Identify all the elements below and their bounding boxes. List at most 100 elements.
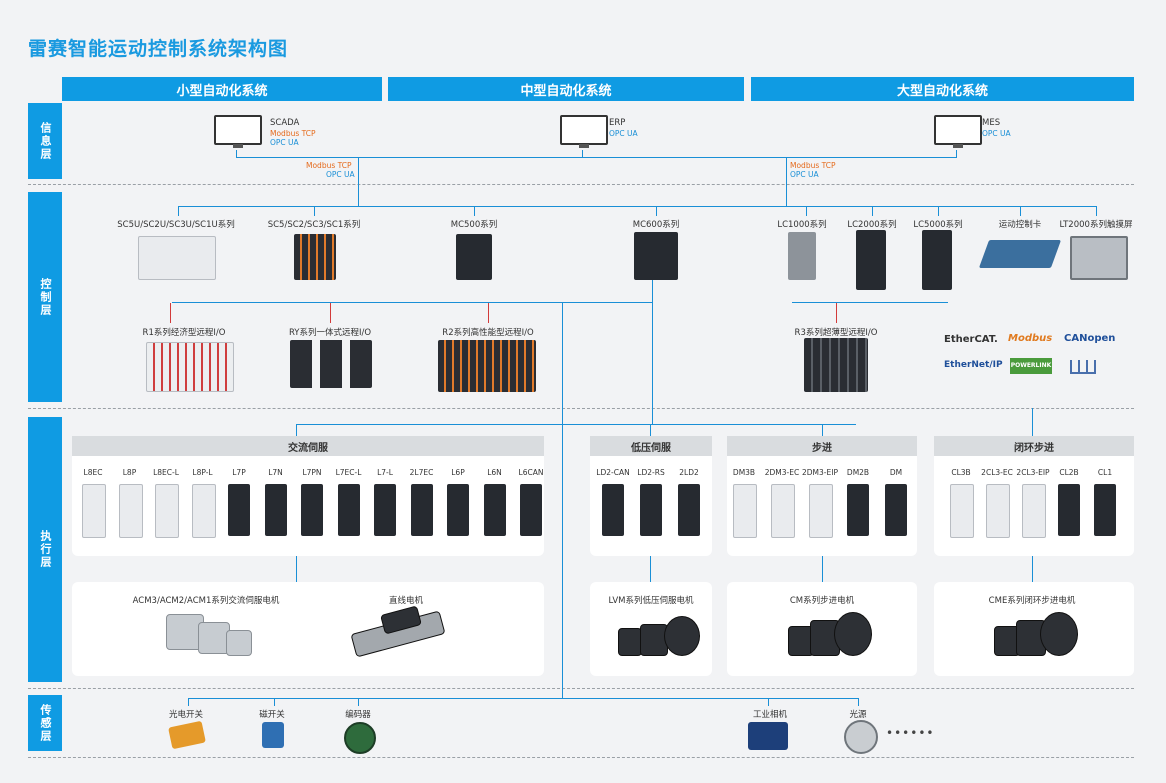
drive-model-label: DM <box>889 468 903 477</box>
link-protocol: Modbus TCP <box>306 161 352 170</box>
ethernetip-logo: EtherNet/IP <box>944 360 1003 370</box>
header-medium-system: 中型自动化系统 <box>388 77 744 101</box>
drive-image <box>264 484 287 536</box>
divider <box>28 184 1134 185</box>
connector <box>956 150 957 158</box>
io-connector <box>170 303 171 323</box>
drive-image <box>733 484 757 538</box>
drive-model-label: CL1 <box>1097 468 1113 477</box>
layer-info: 信息层 <box>28 103 62 179</box>
drive-model-label: L7N <box>268 468 283 477</box>
io-label: R1系列经济型远程I/O <box>142 328 226 338</box>
layer-exec: 执行层 <box>28 417 62 682</box>
controller-label: SC5/SC2/SC3/SC1系列 <box>267 220 361 230</box>
link-protocol: Modbus TCP <box>790 161 836 170</box>
drive-image <box>228 484 250 536</box>
drive-image <box>885 484 907 536</box>
sense-bus-line <box>562 302 563 698</box>
sensor-label: 光源 <box>849 710 867 720</box>
plc-sc5u-image <box>138 236 216 280</box>
drive-image <box>678 484 700 536</box>
controller-label: LC2000系列 <box>847 220 897 230</box>
motion-card-image <box>978 240 1062 268</box>
encoder-icon <box>344 722 376 754</box>
link-protocol: OPC UA <box>326 170 355 179</box>
controller-label: 运动控制卡 <box>998 220 1042 230</box>
drive-image <box>1058 484 1080 536</box>
controller-label: MC500系列 <box>450 220 498 230</box>
divider <box>28 757 1134 758</box>
drive-image <box>118 484 143 538</box>
drive-image <box>640 484 662 536</box>
lvm-motor-label: LVM系列低压伺服电机 <box>608 596 694 606</box>
connector <box>806 206 807 216</box>
drive-image <box>520 484 542 536</box>
ac-motor-label: ACM3/ACM2/ACM1系列交流伺服电机 <box>132 596 280 606</box>
pulse-signal-icon <box>1070 360 1096 374</box>
controller-label: LC1000系列 <box>777 220 827 230</box>
lc1000-image <box>788 232 816 280</box>
header-large-system: 大型自动化系统 <box>751 77 1134 101</box>
ry-io-image <box>290 340 372 388</box>
drive-model-label: 2LD2 <box>679 468 699 477</box>
connector <box>358 157 359 207</box>
connector <box>938 206 939 216</box>
drive-image <box>301 484 323 536</box>
drive-image <box>602 484 624 536</box>
connector <box>358 698 359 706</box>
io-label: R2系列高性能型远程I/O <box>442 328 534 338</box>
mc500-image <box>456 234 492 280</box>
io-label: RY系列一体式远程I/O <box>288 328 372 338</box>
drive-model-label: LD2-CAN <box>596 468 630 477</box>
cme-motor-label: CME系列闭环步进电机 <box>988 596 1076 606</box>
closed-loop-title: 闭环步进 <box>934 436 1134 456</box>
drive-model-label: 2DM3-EIP <box>802 468 838 477</box>
connector <box>474 206 475 216</box>
connector <box>582 150 583 158</box>
exec-bus-line <box>296 424 856 425</box>
ac-motor-image <box>226 630 252 656</box>
connector <box>1032 556 1033 582</box>
connector <box>858 698 859 706</box>
controller-label: LC5000系列 <box>913 220 963 230</box>
io-label: R3系列超薄型远程I/O <box>794 328 878 338</box>
page-title: 雷赛智能运动控制系统架构图 <box>28 38 289 60</box>
io-bus-line <box>792 302 948 303</box>
lc5000-image <box>922 230 952 290</box>
cm-motor-image <box>834 612 872 656</box>
mes-monitor-icon <box>934 115 982 148</box>
drive-image <box>447 484 469 536</box>
r1-io-image <box>146 342 234 392</box>
plc-sc5-image <box>294 234 336 280</box>
drive-image <box>1022 484 1046 538</box>
photoelectric-switch-icon <box>168 720 206 750</box>
erp-protocol: OPC UA <box>609 129 638 138</box>
drive-model-label: DM3B <box>732 468 756 477</box>
drive-model-label: CL2B <box>1059 468 1079 477</box>
exec-bus-line <box>652 280 653 424</box>
light-source-icon <box>844 720 878 754</box>
drive-model-label: L6N <box>487 468 502 477</box>
modbus-logo: Modbus <box>1008 333 1053 344</box>
connector <box>656 206 657 216</box>
connector <box>822 556 823 582</box>
layer-control: 控制层 <box>28 192 62 402</box>
lvm-motor-image <box>664 616 700 656</box>
connector <box>786 157 787 207</box>
drive-model-label: L7P <box>232 468 246 477</box>
drive-image <box>82 484 106 538</box>
connector <box>236 150 237 158</box>
drive-image <box>374 484 396 536</box>
sensor-label: 工业相机 <box>752 710 788 720</box>
drive-image <box>986 484 1010 538</box>
r2-io-image <box>438 340 536 392</box>
erp-label: ERP <box>609 118 626 128</box>
more-indicator: •••••• <box>886 726 935 740</box>
drive-model-label: L7EC-L <box>335 468 362 477</box>
connector <box>1032 408 1033 436</box>
drive-image <box>847 484 869 536</box>
mes-protocol: OPC UA <box>982 129 1011 138</box>
drive-image <box>410 484 433 536</box>
drive-image <box>950 484 974 538</box>
drive-model-label: 2CL3-EIP <box>1016 468 1050 477</box>
